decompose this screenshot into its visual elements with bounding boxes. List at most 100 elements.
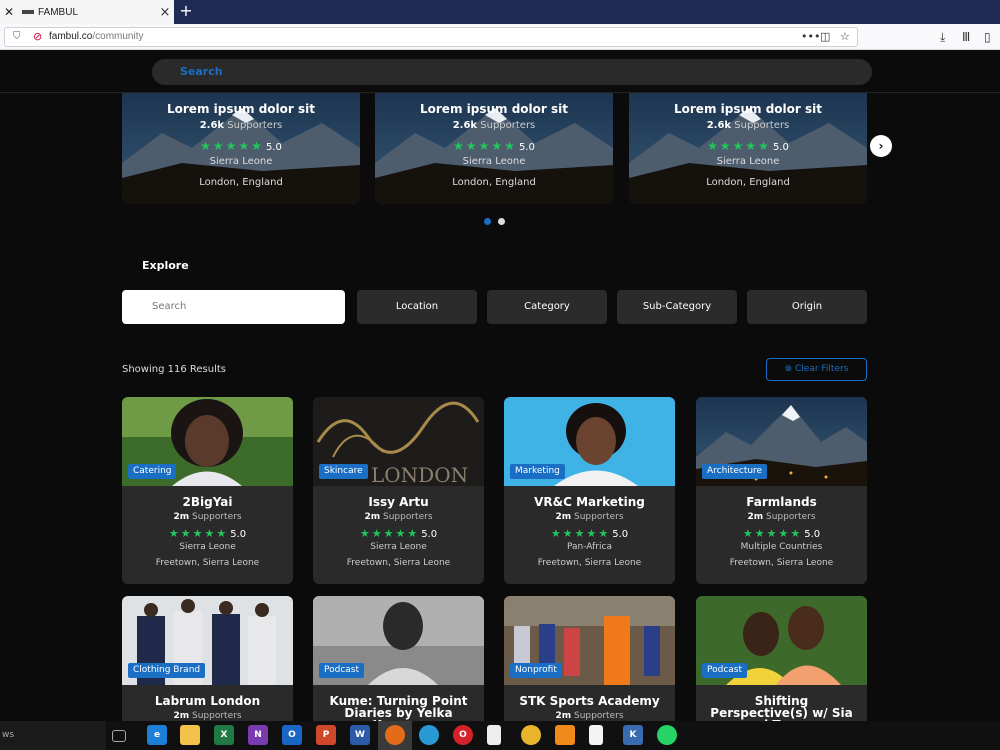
download-icon[interactable]: ⤓ xyxy=(940,30,945,45)
url-field[interactable]: ⛉ ⊘ fambul.co/community ••• ◫ ☆ xyxy=(4,27,858,47)
onenote-icon[interactable]: N xyxy=(248,725,268,745)
card-name: 2BigYai xyxy=(182,495,233,509)
explore-search-input[interactable]: Search xyxy=(122,290,345,324)
card-rating: ★★★★★ 5.0 xyxy=(168,527,247,540)
carousel-dot[interactable] xyxy=(498,218,505,225)
library-icon[interactable]: Ⅲ xyxy=(962,30,970,44)
card-rating: ★★★★★ 5.0 xyxy=(359,527,438,540)
featured-country: Sierra Leone xyxy=(209,156,273,167)
featured-card[interactable]: Lorem ipsum dolor sit 2.6k Supporters ★★… xyxy=(629,93,867,204)
card-city: Freetown, Sierra Leone xyxy=(155,558,260,568)
explore-heading: Explore xyxy=(142,259,189,272)
edge-new-icon[interactable] xyxy=(419,725,439,745)
star-icon: ★★★★★ xyxy=(742,527,803,540)
card-name: Issy Artu xyxy=(368,495,429,509)
new-tab-button[interactable]: + xyxy=(178,2,194,22)
card-supporters: 2m Supporters xyxy=(173,512,242,522)
sidebar-icon[interactable]: ▯ xyxy=(984,30,991,44)
star-icon: ★★★★★ xyxy=(453,139,517,153)
explore-search-placeholder: Search xyxy=(152,301,187,312)
featured-country: Sierra Leone xyxy=(716,156,780,167)
card-supporters: 2m Supporters xyxy=(747,512,816,522)
card-name: STK Sports Academy xyxy=(519,694,660,708)
clear-filters-button[interactable]: ⊗ Clear Filters xyxy=(766,358,867,381)
card-rating: ★★★★★ 5.0 xyxy=(742,527,821,540)
tab-close-button[interactable]: × xyxy=(156,5,174,20)
category-badge: Clothing Brand xyxy=(128,663,206,678)
taskbar-search[interactable]: ws xyxy=(0,721,106,750)
featured-rating: ★★★★★ 5.0 xyxy=(453,139,535,153)
community-card[interactable]: LONDON Skincare Issy Artu 2m Supporters … xyxy=(313,397,484,584)
featured-rating: ★★★★★ 5.0 xyxy=(200,139,282,153)
featured-card[interactable]: Lorem ipsum dolor sit 2.6k Supporters ★★… xyxy=(122,93,360,204)
card-city: Freetown, Sierra Leone xyxy=(346,558,451,568)
star-icon: ★★★★★ xyxy=(359,527,420,540)
star-icon[interactable]: ☆ xyxy=(840,30,850,43)
lock-icon[interactable]: ⊘ xyxy=(33,30,42,43)
document-icon[interactable] xyxy=(589,725,603,745)
notepad-icon[interactable] xyxy=(487,725,501,745)
featured-rating: ★★★★★ 5.0 xyxy=(707,139,789,153)
featured-supporters: 2.6k Supporters xyxy=(706,120,790,131)
category-badge: Catering xyxy=(128,464,177,479)
shield-icon[interactable]: ⛉ xyxy=(13,31,21,42)
featured-title: Lorem ipsum dolor sit xyxy=(167,102,315,116)
browser-tab[interactable]: ✕ FAMBUL × xyxy=(0,0,174,24)
opera-icon[interactable]: O xyxy=(453,725,473,745)
community-card[interactable]: Marketing VR&C Marketing 2m Supporters ★… xyxy=(504,397,675,584)
card-city: Freetown, Sierra Leone xyxy=(537,558,642,568)
category-badge: Podcast xyxy=(702,663,748,678)
pocket-icon[interactable]: ◫ xyxy=(820,30,830,43)
more-icon[interactable]: ••• xyxy=(801,30,820,43)
vlc-icon[interactable] xyxy=(555,725,575,745)
card-city: Freetown, Sierra Leone xyxy=(729,558,834,568)
url-text[interactable]: fambul.co/community xyxy=(49,31,143,42)
excel-icon[interactable]: X xyxy=(214,725,234,745)
category-badge: Nonprofit xyxy=(510,663,562,678)
edge-icon[interactable]: e xyxy=(147,725,167,745)
card-country: Sierra Leone xyxy=(179,542,236,552)
featured-title: Lorem ipsum dolor sit xyxy=(420,102,568,116)
featured-city: London, England xyxy=(452,177,536,188)
card-rating: ★★★★★ 5.0 xyxy=(550,527,629,540)
card-country: Pan-Africa xyxy=(567,542,612,552)
windows-taskbar: ws e X N O P W O K xyxy=(0,721,1000,750)
carousel-next-button[interactable]: › xyxy=(870,135,892,157)
chrome-icon[interactable] xyxy=(521,725,541,745)
file-explorer-icon[interactable] xyxy=(180,725,200,745)
sub-category-filter-button[interactable]: Sub-Category xyxy=(617,290,737,324)
carousel-dot-active[interactable] xyxy=(484,218,491,225)
card-name: Labrum London xyxy=(154,694,261,708)
featured-card[interactable]: Lorem ipsum dolor sit 2.6k Supporters ★★… xyxy=(375,93,613,204)
category-badge: Podcast xyxy=(319,663,365,678)
card-supporters: 2m Supporters xyxy=(364,512,433,522)
origin-filter-button[interactable]: Origin xyxy=(747,290,867,324)
whatsapp-icon[interactable] xyxy=(657,725,677,745)
location-filter-button[interactable]: Location xyxy=(357,290,477,324)
logo-text: LONDON xyxy=(371,463,468,486)
star-icon: ★★★★★ xyxy=(550,527,611,540)
featured-supporters: 2.6k Supporters xyxy=(452,120,536,131)
category-badge: Marketing xyxy=(510,464,565,479)
outlook-icon[interactable]: O xyxy=(282,725,302,745)
card-country: Multiple Countries xyxy=(740,542,823,552)
fambul-favicon-icon xyxy=(22,10,34,14)
star-icon: ★★★★★ xyxy=(168,527,229,540)
browser-toolbar: ⛉ ⊘ fambul.co/community ••• ◫ ☆ xyxy=(0,24,1000,50)
tab-title: FAMBUL xyxy=(38,6,79,18)
featured-title: Lorem ipsum dolor sit xyxy=(674,102,822,116)
word-icon[interactable]: W xyxy=(350,725,370,745)
community-card[interactable]: Catering 2BigYai 2m Supporters ★★★★★ 5.0 … xyxy=(122,397,293,584)
category-filter-button[interactable]: Category xyxy=(487,290,607,324)
browser-tab-bar: ✕ FAMBUL × + xyxy=(0,0,1000,24)
star-icon: ★★★★★ xyxy=(707,139,771,153)
card-country: Sierra Leone xyxy=(370,542,427,552)
header-search-placeholder: Search xyxy=(180,65,223,78)
powerpoint-icon[interactable]: P xyxy=(316,725,336,745)
close-icon[interactable]: ✕ xyxy=(0,5,18,19)
krita-icon[interactable]: K xyxy=(623,725,643,745)
task-view-icon[interactable] xyxy=(112,730,126,742)
firefox-icon[interactable] xyxy=(385,725,405,745)
community-card[interactable]: Architecture Farmlands 2m Supporters ★★★… xyxy=(696,397,867,584)
header-search-input[interactable]: Search xyxy=(152,59,872,85)
